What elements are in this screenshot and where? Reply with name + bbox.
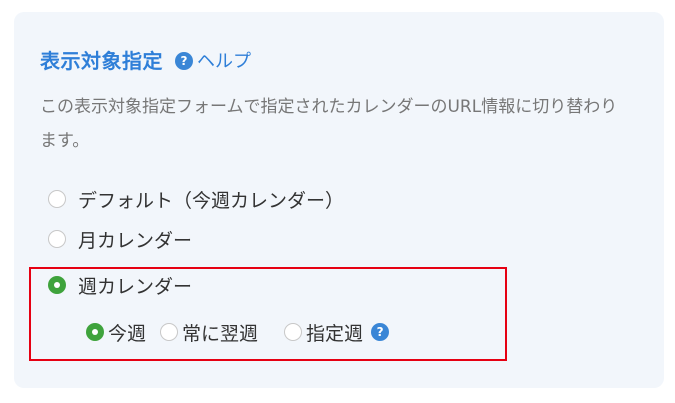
radio-option-week-calendar-label: 週カレンダー [78, 275, 193, 298]
radio-option-always-next-week[interactable]: 常に翌週 [160, 319, 258, 346]
question-circle-icon[interactable]: ? [371, 323, 390, 341]
question-circle-icon[interactable]: ? [175, 51, 193, 70]
radio-month-calendar[interactable] [48, 230, 66, 248]
radio-option-week-calendar[interactable]: 週カレンダー [48, 271, 192, 299]
help-link[interactable]: ヘルプ [197, 47, 251, 73]
radio-always-next-week[interactable] [160, 323, 179, 341]
radio-option-specified-week-label: 指定週 [306, 322, 364, 345]
radio-default[interactable] [48, 190, 66, 208]
section-header: 表示対象指定 ? ヘルプ [40, 44, 251, 74]
radio-specified-week[interactable] [284, 323, 303, 341]
radio-this-week[interactable] [86, 323, 104, 341]
radio-option-this-week[interactable]: 今週 [86, 319, 146, 346]
description-text: この表示対象指定フォームで指定されたカレンダーのURL情報に切り替わります。 [40, 97, 618, 151]
radio-option-default[interactable]: デフォルト（今週カレンダー） [48, 185, 344, 213]
radio-option-always-next-week-label: 常に翌週 [182, 322, 259, 345]
radio-option-month-calendar-label: 月カレンダー [78, 229, 193, 252]
radio-option-default-label: デフォルト（今週カレンダー） [78, 189, 345, 212]
week-options-row: 今週 常に翌週 指定週 ? [86, 318, 390, 346]
radio-option-month-calendar[interactable]: 月カレンダー [48, 225, 192, 253]
radio-week-calendar[interactable] [48, 276, 66, 294]
section-title: 表示対象指定 [40, 48, 163, 73]
radio-option-specified-week[interactable]: 指定週 [284, 319, 363, 346]
radio-option-this-week-label: 今週 [108, 322, 147, 345]
